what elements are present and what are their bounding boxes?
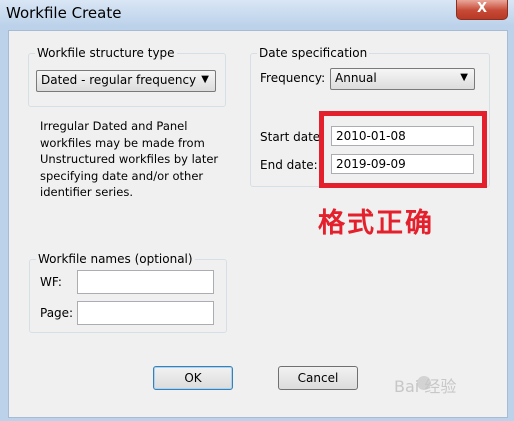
structure-type-dropdown[interactable]: Dated - regular frequency ▼: [36, 70, 216, 92]
frequency-value: Annual: [335, 71, 377, 85]
chevron-down-icon: ▼: [201, 74, 209, 85]
structure-type-value: Dated - regular frequency: [41, 73, 197, 87]
wf-name-input[interactable]: [77, 270, 214, 294]
red-highlight-box: [319, 111, 487, 188]
window-title: Workfile Create: [6, 4, 122, 22]
close-button[interactable]: X: [456, 0, 508, 20]
end-date-label: End date:: [260, 158, 318, 172]
wf-label: WF:: [40, 275, 62, 289]
ok-button[interactable]: OK: [153, 366, 233, 390]
watermark-text: Bai 经验: [394, 377, 457, 396]
close-icon: X: [476, 1, 488, 16]
annotation-text: 格式正确: [318, 208, 434, 239]
page-name-input[interactable]: [77, 301, 214, 325]
page-label: Page:: [40, 306, 74, 320]
structure-info-text: Irregular Dated and Panel workfiles may …: [40, 119, 219, 199]
cancel-button[interactable]: Cancel: [278, 366, 358, 390]
frequency-dropdown[interactable]: Annual ▼: [330, 68, 475, 90]
title-bar[interactable]: Workfile Create X: [0, 0, 514, 26]
chevron-down-icon: ▼: [460, 72, 468, 83]
structure-type-group: Workfile structure type Dated - regular …: [28, 46, 226, 107]
workfile-names-group: Workfile names (optional) WF: Page:: [29, 252, 227, 333]
dialog-client-area: Workfile structure type Dated - regular …: [8, 30, 508, 418]
frequency-label: Frequency:: [260, 71, 326, 85]
start-date-label: Start date: [260, 130, 321, 144]
structure-type-legend: Workfile structure type: [35, 46, 177, 60]
date-spec-legend: Date specification: [257, 46, 370, 60]
dialog-window: Workfile Create X Workfile structure typ…: [0, 0, 514, 421]
workfile-names-legend: Workfile names (optional): [36, 252, 195, 266]
